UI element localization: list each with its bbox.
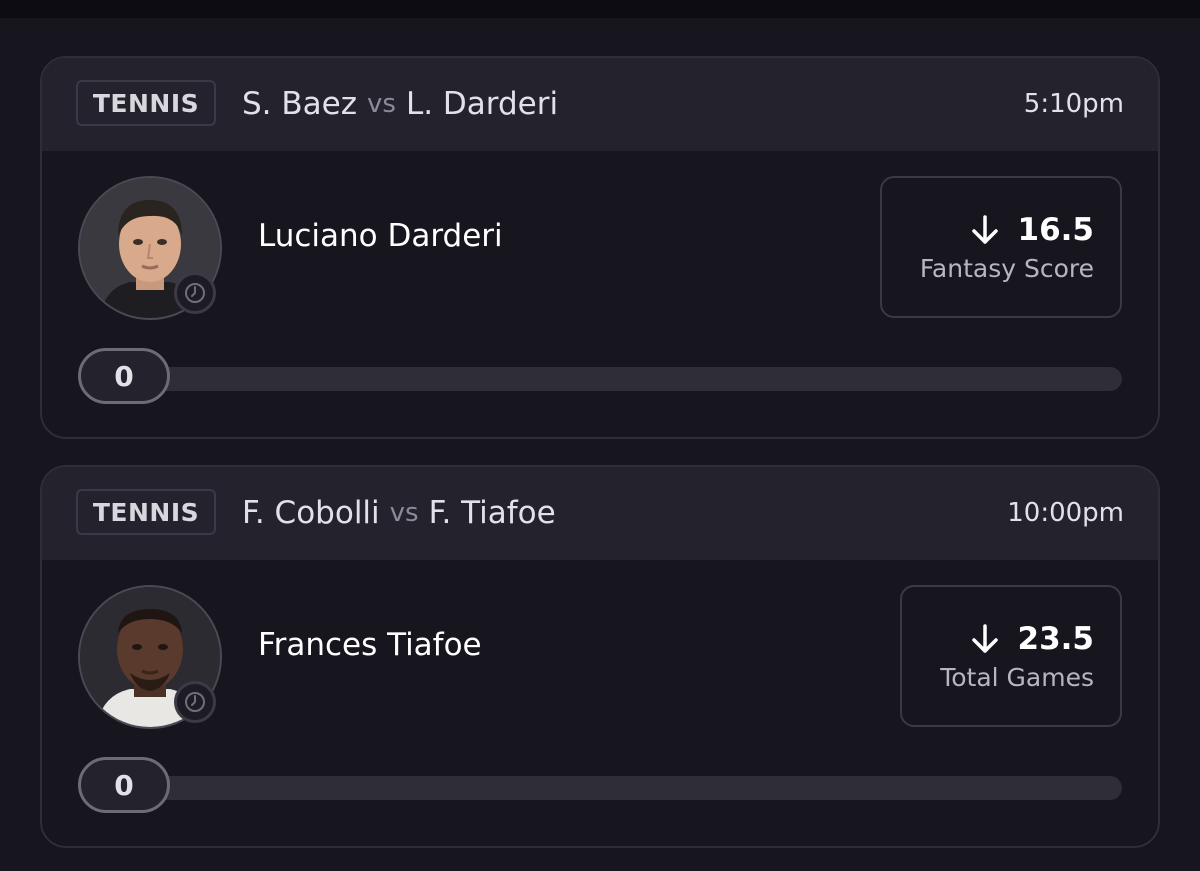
clock-icon <box>174 272 216 314</box>
top-bar <box>0 0 1200 18</box>
player-avatar[interactable] <box>78 585 222 729</box>
projection-box[interactable]: 16.5 Fantasy Score <box>880 176 1122 318</box>
team-a: F. Cobolli <box>242 495 380 531</box>
projection-box[interactable]: 23.5 Total Games <box>900 585 1122 727</box>
arrow-down-icon <box>971 623 998 653</box>
card-header: TENNIS F. Cobolli vs F. Tiafoe 10:00pm <box>42 467 1158 560</box>
player-name[interactable]: Frances Tiafoe <box>258 627 482 663</box>
arrow-down-icon <box>971 214 998 244</box>
game-time: 10:00pm <box>1007 498 1124 528</box>
clock-icon <box>174 681 216 723</box>
pick-card[interactable]: TENNIS S. Baez vs L. Darderi 5:10pm Luci… <box>40 56 1160 439</box>
progress-bar: 0 <box>78 757 1124 819</box>
progress-bar: 0 <box>78 348 1124 410</box>
stat-label: Fantasy Score <box>919 253 1094 283</box>
progress-track <box>118 367 1122 391</box>
projection-line: 23.5 <box>970 620 1095 657</box>
progress-track <box>118 776 1122 800</box>
vs-label: vs <box>367 89 396 119</box>
projection-value: 23.5 <box>1017 620 1095 657</box>
vs-label: vs <box>389 498 419 528</box>
team-a: S. Baez <box>242 86 357 122</box>
progress-value: 0 <box>78 348 170 404</box>
sport-badge: TENNIS <box>76 489 216 535</box>
team-b: F. Tiafoe <box>428 495 556 531</box>
game-time: 5:10pm <box>1023 89 1124 119</box>
player-name[interactable]: Luciano Darderi <box>258 218 503 254</box>
progress-value: 0 <box>78 757 170 813</box>
pick-card[interactable]: TENNIS F. Cobolli vs F. Tiafoe 10:00pm F… <box>40 465 1160 848</box>
card-header: TENNIS S. Baez vs L. Darderi 5:10pm <box>42 58 1158 151</box>
player-avatar[interactable] <box>78 176 222 320</box>
matchup: S. Baez vs L. Darderi <box>242 82 558 126</box>
team-b: L. Darderi <box>405 86 559 122</box>
projection-value: 16.5 <box>1017 211 1095 248</box>
matchup: F. Cobolli vs F. Tiafoe <box>242 491 556 535</box>
projection-line: 16.5 <box>970 211 1095 248</box>
sport-badge: TENNIS <box>76 80 216 126</box>
stat-label: Total Games <box>940 662 1094 692</box>
